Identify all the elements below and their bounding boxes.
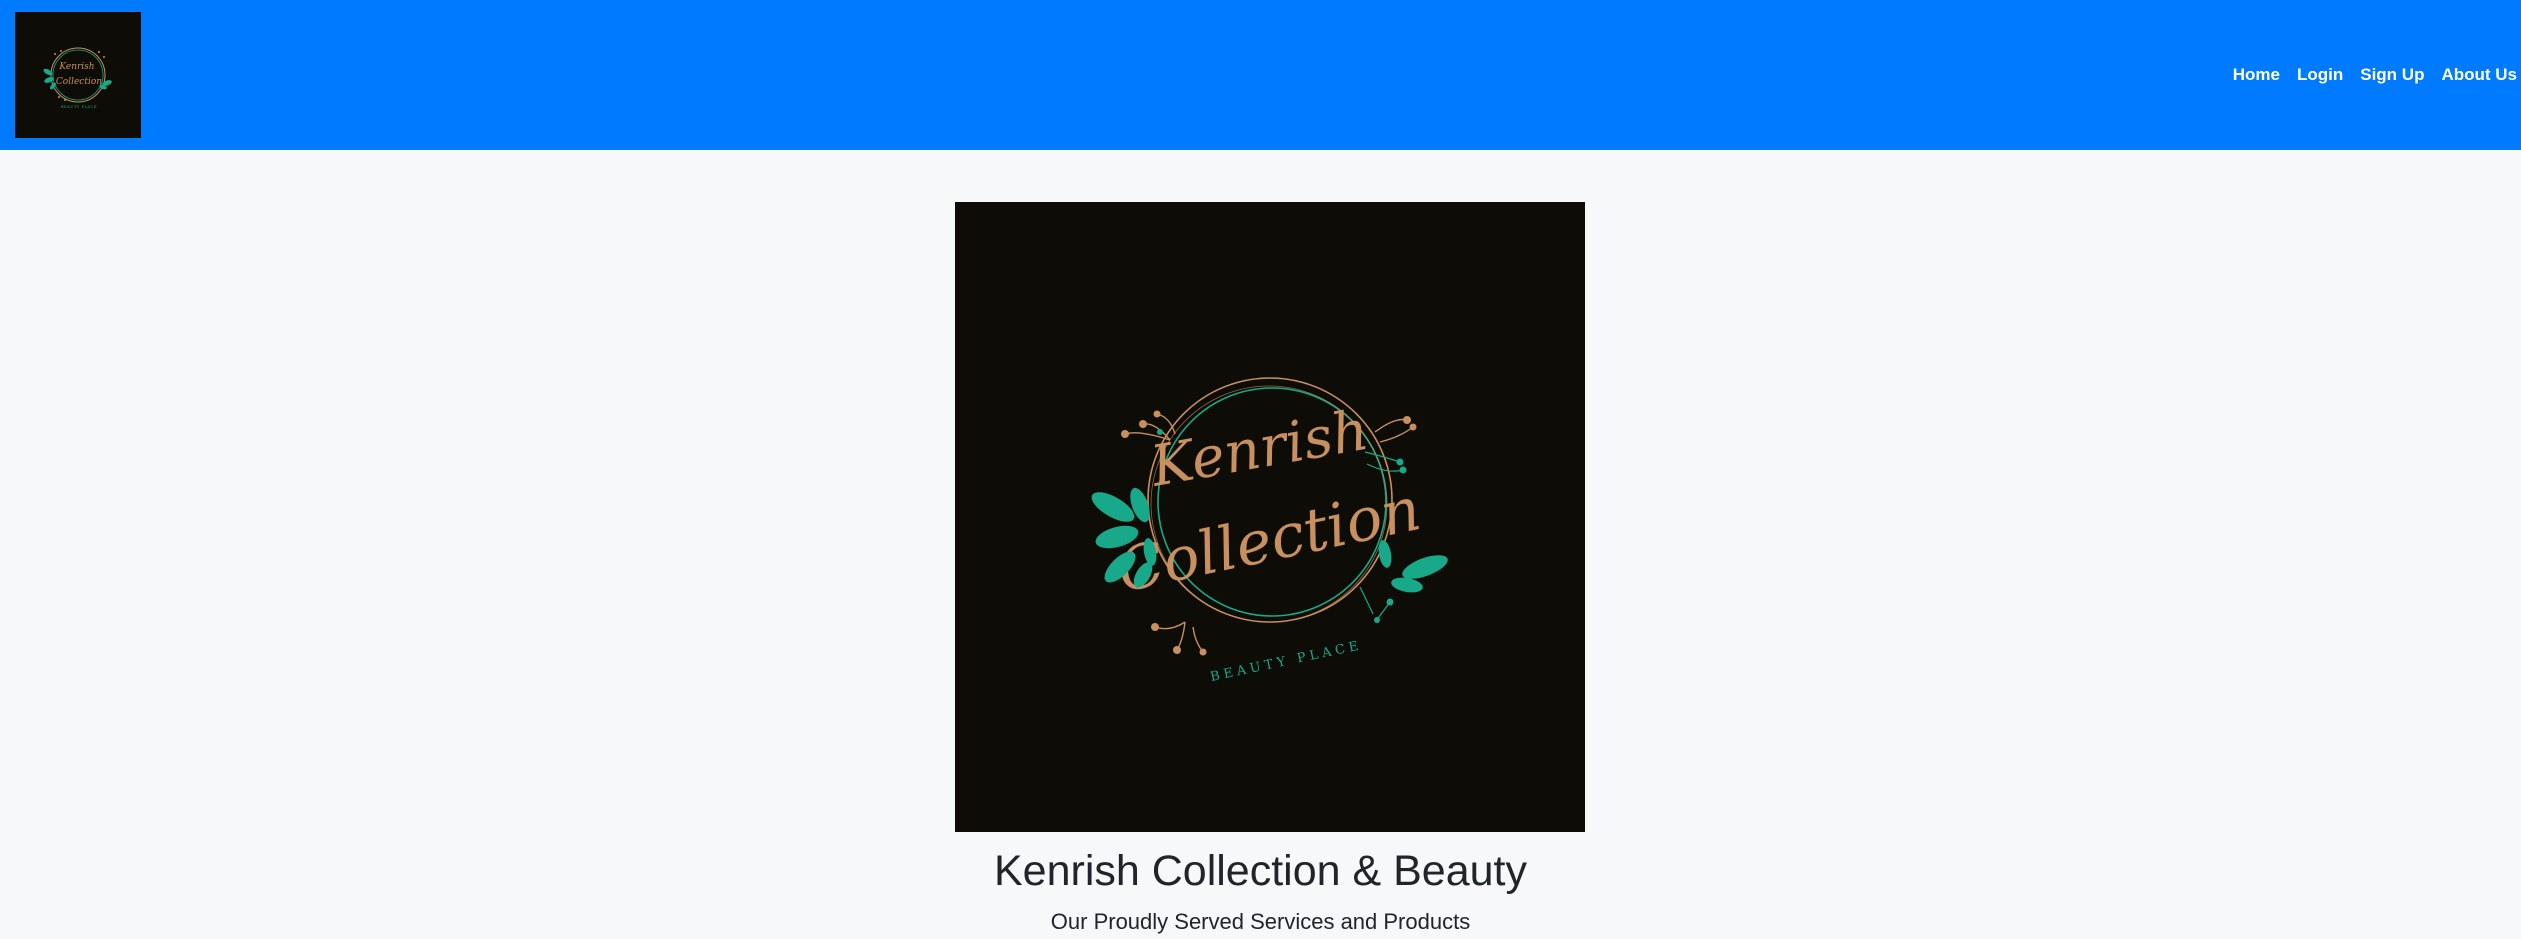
navbar-brand-logo[interactable]: Kenrish Collection BEAUTY PLACE [15, 12, 141, 138]
leaf-icon [1378, 540, 1448, 593]
nav-links: Home Login Sign Up About Us [2216, 0, 2521, 150]
navbar: Kenrish Collection BEAUTY PLACE Home Log… [0, 0, 2521, 150]
nav-link-home[interactable]: Home [2233, 65, 2280, 85]
nav-link-login[interactable]: Login [2297, 65, 2343, 85]
svg-text:Collection: Collection [56, 77, 102, 87]
kenrish-logo-small: Kenrish Collection BEAUTY PLACE [43, 47, 112, 109]
svg-text:BEAUTY PLACE: BEAUTY PLACE [61, 105, 97, 109]
kenrish-logo-large: Kenrish Collection BEAUTY PLACE [1091, 377, 1448, 685]
page-title: Kenrish Collection & Beauty [993, 847, 1527, 895]
nav-link-sign-up[interactable]: Sign Up [2360, 65, 2424, 85]
page-subtitle: Our Proudly Served Services and Products [1050, 909, 1471, 934]
hero-logo: Kenrish Collection BEAUTY PLACE [955, 202, 1585, 832]
svg-text:BEAUTY PLACE: BEAUTY PLACE [1209, 638, 1364, 685]
nav-link-about-us[interactable]: About Us [2441, 65, 2517, 85]
svg-text:Kenrish: Kenrish [58, 62, 94, 72]
svg-text:Kenrish: Kenrish [1145, 398, 1373, 500]
